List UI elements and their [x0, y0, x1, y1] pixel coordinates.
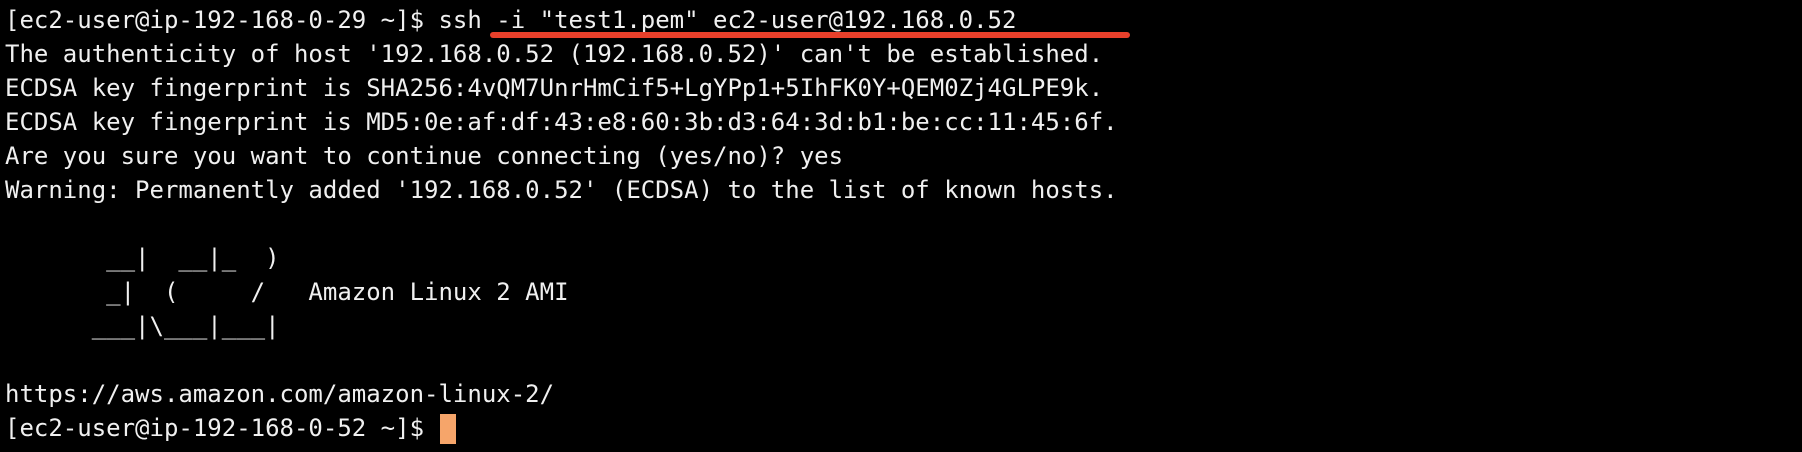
terminal-line-warning: Warning: Permanently added '192.168.0.52…: [5, 176, 1118, 204]
ascii-banner-line-2: _| ( / Amazon Linux 2 AMI: [5, 278, 569, 306]
ascii-banner-line-3: ___|\___|___|: [5, 312, 280, 340]
terminal-line-sha256-fingerprint: ECDSA key fingerprint is SHA256:4vQM7Unr…: [5, 74, 1104, 102]
annotation-underline: [490, 32, 1130, 38]
terminal-line-authenticity: The authenticity of host '192.168.0.52 (…: [5, 40, 1104, 68]
terminal-line-continue-prompt: Are you sure you want to continue connec…: [5, 142, 844, 170]
terminal-cursor: [440, 414, 457, 444]
terminal-line-url: https://aws.amazon.com/amazon-linux-2/: [5, 380, 555, 408]
ascii-banner-line-1: __| __|_ ): [5, 244, 280, 272]
terminal-window[interactable]: [ec2-user@ip-192-168-0-29 ~]$ ssh -i "te…: [0, 0, 1802, 452]
terminal-prompt-line[interactable]: [ec2-user@ip-192-168-0-52 ~]$: [5, 411, 1802, 445]
shell-prompt: [ec2-user@ip-192-168-0-52 ~]$: [5, 414, 439, 442]
terminal-line-md5-fingerprint: ECDSA key fingerprint is MD5:0e:af:df:43…: [5, 108, 1118, 136]
